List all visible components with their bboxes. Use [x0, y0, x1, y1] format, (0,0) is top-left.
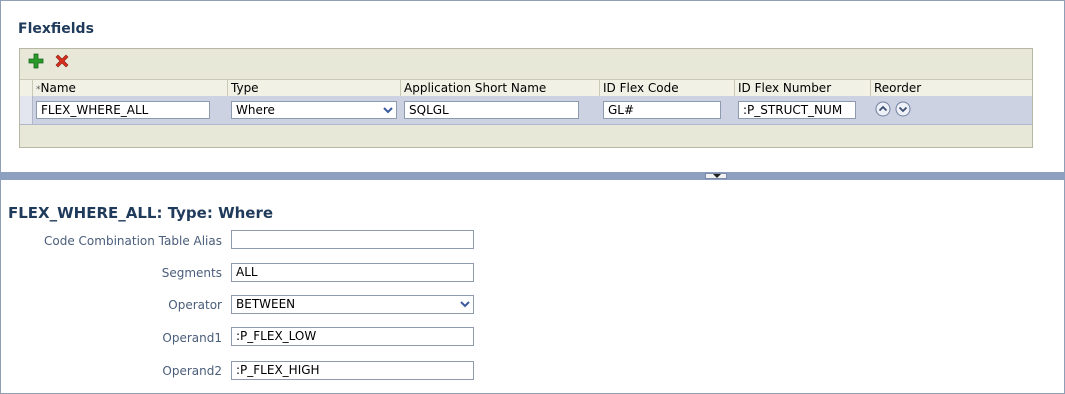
detail-title: FLEX_WHERE_ALL: Type: Where	[8, 204, 274, 222]
app-short-name-input[interactable]: SQLGL	[404, 101, 579, 119]
header-app-short-name: Application Short Name	[404, 81, 547, 95]
alias-input[interactable]	[231, 230, 474, 249]
operator-label: Operator	[168, 298, 222, 312]
operand1-label: Operand1	[162, 331, 222, 345]
table-header: *Name Type Application Short Name ID Fle…	[20, 79, 1032, 97]
operand2-label: Operand2	[162, 364, 222, 378]
x-icon[interactable]	[54, 53, 70, 69]
segments-input[interactable]: ALL	[231, 263, 474, 282]
id-flex-code-input[interactable]: GL#	[603, 101, 721, 119]
alias-label: Code Combination Table Alias	[44, 234, 222, 248]
table-row[interactable]: FLEX_WHERE_ALL Where SQLGL GL# :P_STRUCT…	[20, 96, 1032, 125]
splitter-handle[interactable]	[705, 173, 727, 179]
move-up-icon[interactable]	[875, 101, 891, 117]
plus-icon[interactable]	[28, 53, 44, 69]
section-title: Flexfields	[18, 21, 94, 37]
header-id-flex-code: ID Flex Code	[603, 81, 679, 95]
header-id-flex-number: ID Flex Number	[738, 81, 832, 95]
row-selector[interactable]	[20, 96, 33, 124]
flexfields-table-panel: *Name Type Application Short Name ID Fle…	[19, 48, 1033, 148]
operator-select[interactable]: BETWEEN	[231, 295, 474, 314]
header-name: *Name	[36, 81, 76, 95]
name-input[interactable]: FLEX_WHERE_ALL	[36, 101, 210, 119]
operand2-input[interactable]: :P_FLEX_HIGH	[231, 361, 474, 380]
panel-divider	[0, 172, 1065, 180]
operand1-input[interactable]: :P_FLEX_LOW	[231, 327, 474, 346]
triangle-down-icon	[713, 174, 721, 178]
segments-label: Segments	[161, 266, 222, 280]
chevron-down-icon[interactable]	[381, 103, 395, 117]
type-select[interactable]: Where	[231, 101, 397, 119]
chevron-down-icon[interactable]	[458, 297, 472, 311]
id-flex-number-input[interactable]: :P_STRUCT_NUM	[738, 101, 856, 119]
header-reorder: Reorder	[874, 81, 922, 95]
move-down-icon[interactable]	[895, 101, 911, 117]
header-type: Type	[231, 81, 259, 95]
